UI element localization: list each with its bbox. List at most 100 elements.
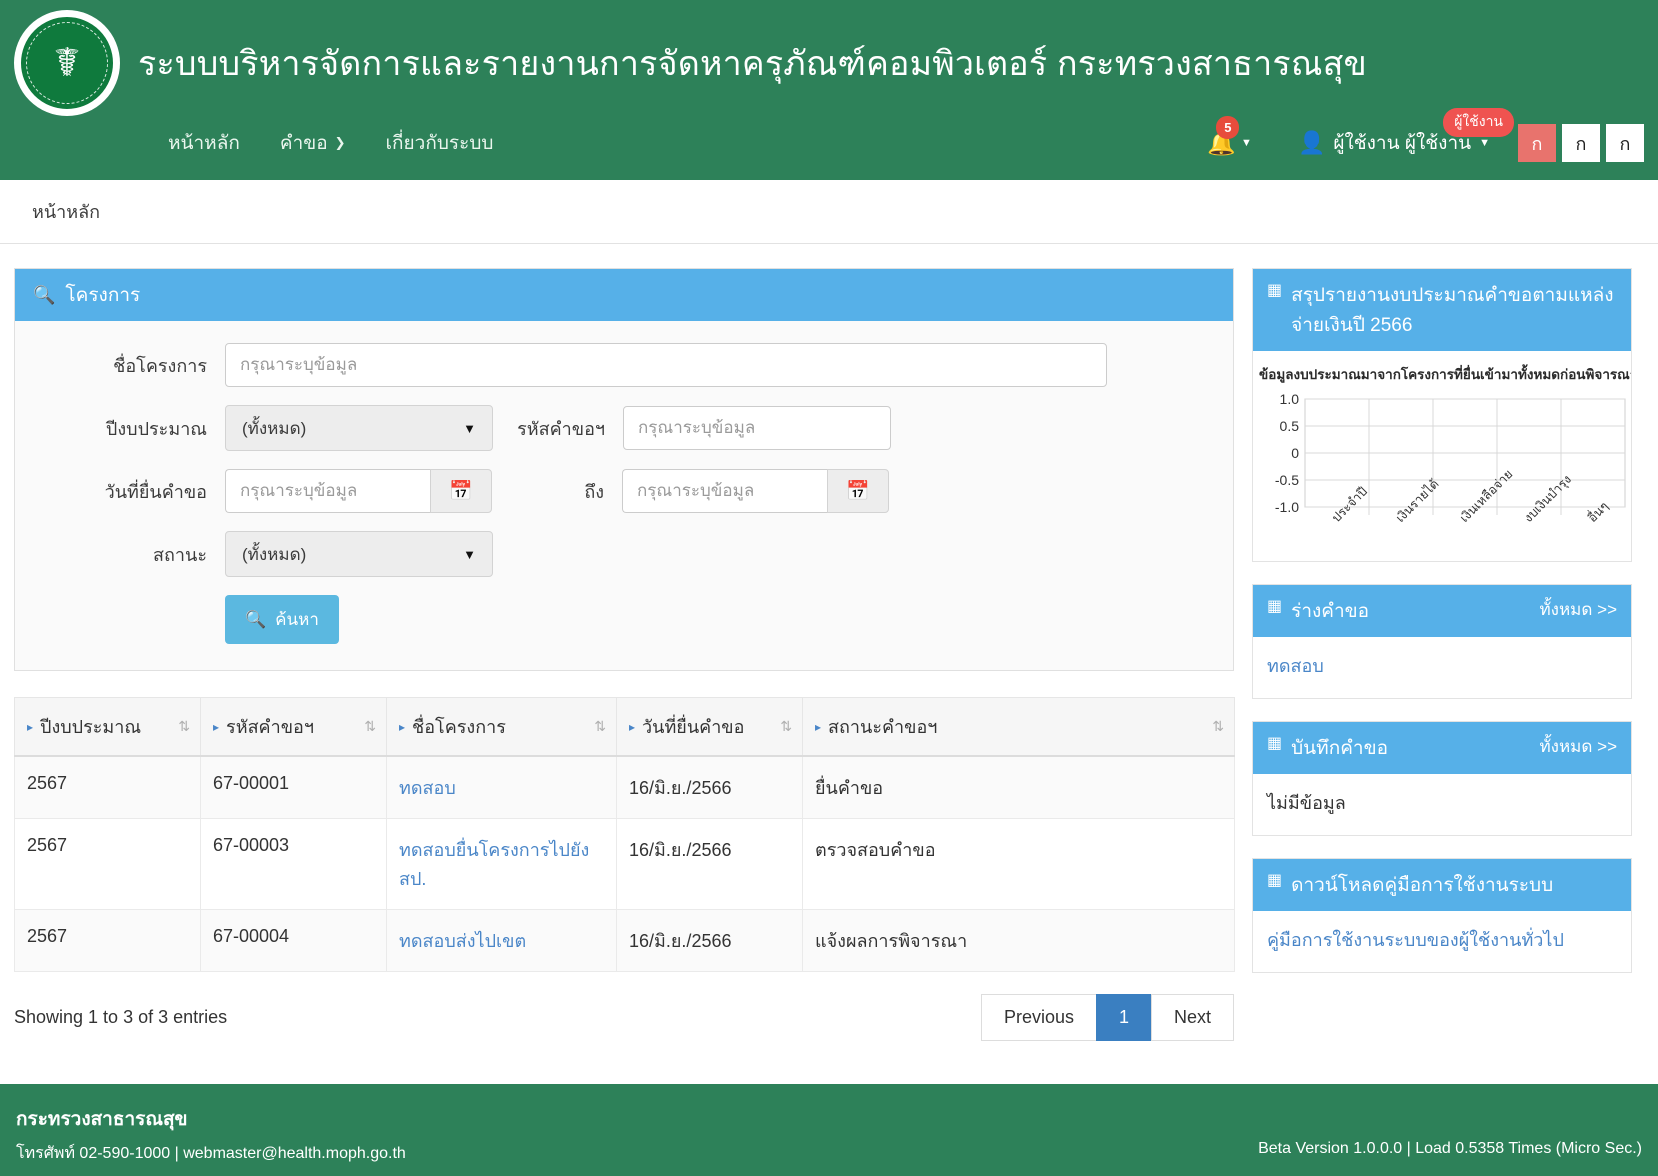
pagination: Previous 1 Next	[980, 994, 1234, 1041]
nav-item-about[interactable]: เกี่ยวกับระบบ	[386, 128, 494, 158]
pagination-page-1-button[interactable]: 1	[1095, 994, 1152, 1041]
sort-icon: ⇅	[594, 718, 606, 734]
request-code-label: รหัสคำขอฯ	[517, 418, 605, 439]
calendar-icon-button-from[interactable]: 📅	[430, 469, 492, 513]
draft-request-item[interactable]: ทดสอบ	[1267, 651, 1617, 680]
calendar-icon-button-to[interactable]: 📅	[827, 469, 889, 513]
column-header-submit-date[interactable]: ▸ วันที่ยื่นคำขอ ⇅	[616, 697, 803, 757]
pagination-previous-button[interactable]: Previous	[980, 994, 1097, 1041]
sort-icon: ⇅	[780, 718, 792, 734]
font-size-medium-button[interactable]: ก	[1562, 124, 1600, 162]
triangle-right-icon: ▸	[213, 719, 220, 734]
breadcrumb-current[interactable]: หน้าหลัก	[32, 197, 100, 226]
main-nav: หน้าหลัก คำขอ ❯ เกี่ยวกับระบบ 🔔 ▼ 5 👤 ผู…	[0, 108, 1658, 174]
form-row-year-and-code: ปีงบประมาณ (ทั้งหมด) ▼ รหัสคำขอฯ	[25, 405, 1223, 451]
chevron-down-icon: ▼	[1241, 137, 1252, 149]
date-from-label: วันที่ยื่นคำขอ	[104, 481, 207, 502]
notification-badge: 5	[1216, 115, 1240, 139]
date-to-input[interactable]	[622, 469, 827, 513]
date-from-input[interactable]	[225, 469, 430, 513]
column-header-project-name[interactable]: ▸ ชื่อโครงการ ⇅	[386, 697, 617, 757]
project-link[interactable]: ทดสอบ	[399, 778, 456, 798]
ytick-label-4: -1.0	[1275, 499, 1299, 515]
pagination-next-button[interactable]: Next	[1150, 994, 1234, 1041]
footer-org: กระทรวงสาธารณสุข	[16, 1109, 188, 1130]
project-link[interactable]: ทดสอบส่งไปเขต	[399, 931, 526, 951]
date-from-group: 📅	[225, 469, 492, 513]
nav-item-requests-label: คำขอ	[279, 133, 328, 154]
nav-item-home[interactable]: หน้าหลัก	[168, 128, 240, 158]
budget-year-select[interactable]: (ทั้งหมด) ▼	[225, 405, 493, 451]
form-row-status: สถานะ (ทั้งหมด) ▼	[25, 531, 1223, 577]
column-header-request-code[interactable]: ▸ รหัสคำขอฯ ⇅	[200, 697, 387, 757]
list-icon: ▦	[1267, 872, 1283, 889]
sort-icon: ⇅	[364, 718, 376, 734]
triangle-right-icon: ▸	[629, 719, 636, 734]
column-header-request-status[interactable]: ▸ สถานะคำขอฯ ⇅	[802, 697, 1235, 757]
notifications-button[interactable]: 🔔 ▼ 5	[1207, 115, 1252, 155]
budget-year-label: ปีงบประมาณ	[105, 418, 207, 439]
results-table-wrapper: ▸ ปีงบประมาณ ⇅ ▸ รหัสคำขอฯ ⇅ ▸ ชื่อโครงก…	[14, 697, 1235, 1041]
budget-summary-title: สรุปรายงานงบประมาณคำขอตามแหล่งจ่ายเงินปี…	[1291, 285, 1614, 336]
manual-download-panel: ▦ ดาวน์โหลดคู่มือการใช้งานระบบ คู่มือการ…	[1252, 858, 1632, 973]
content-bottom-spacer	[0, 1044, 1658, 1084]
site-title: ระบบบริหารจัดการและรายงานการจัดหาครุภัณฑ…	[138, 45, 1367, 83]
status-label: สถานะ	[153, 544, 207, 565]
cell-project-name: ทดสอบส่งไปเขต	[386, 909, 617, 972]
column-header-project-name-label: ชื่อโครงการ	[412, 717, 506, 737]
nav-item-home-label: หน้าหลัก	[168, 133, 240, 154]
project-link[interactable]: ทดสอบยื่นโครงการไปยังสป.	[399, 840, 589, 889]
draft-request-title: ร่างคำขอ	[1291, 601, 1370, 622]
manual-download-title: ดาวน์โหลดคู่มือการใช้งานระบบ	[1291, 875, 1554, 896]
user-menu[interactable]: 👤 ผู้ใช้งาน ผู้ใช้งาน ▼ ผู้ใช้งาน	[1297, 108, 1514, 158]
font-size-small-button[interactable]: ก	[1518, 124, 1556, 162]
date-to-label: ถึง	[584, 481, 604, 502]
showing-entries-text: Showing 1 to 3 of 3 entries	[14, 1007, 228, 1027]
footer-version: Beta Version 1.0.0.0 | Load 0.5358 Times…	[1258, 1140, 1642, 1157]
header-right-tools: 🔔 ▼ 5 👤 ผู้ใช้งาน ผู้ใช้งาน ▼ ผู้ใช้งาน …	[1207, 108, 1644, 174]
record-request-panel: ▦ บันทึกคำขอ ทั้งหมด >> ไม่มีข้อมูล	[1252, 721, 1632, 836]
search-panel-title: โครงการ	[65, 285, 141, 306]
record-request-title: บันทึกคำขอ	[1291, 738, 1388, 759]
cell-request-status: แจ้งผลการพิจารณา	[802, 909, 1235, 972]
ytick-label-0: 1.0	[1280, 391, 1300, 407]
main-column: 🔍 โครงการ ชื่อโครงการ ปีงบประมาณ (ทั้งหม…	[14, 268, 1235, 1041]
chevron-down-icon: ▼	[1479, 137, 1490, 149]
form-row-project-name: ชื่อโครงการ	[25, 343, 1223, 387]
project-name-label: ชื่อโครงการ	[113, 355, 207, 376]
list-icon: ▦	[1267, 598, 1283, 615]
nav-item-requests[interactable]: คำขอ ❯	[280, 128, 346, 158]
column-header-budget-year[interactable]: ▸ ปีงบประมาณ ⇅	[14, 697, 201, 757]
record-request-view-all-link[interactable]: ทั้งหมด >>	[1539, 733, 1617, 760]
budget-year-value: (ทั้งหมด)	[242, 418, 307, 438]
font-size-large-button[interactable]: ก	[1606, 124, 1644, 162]
form-row-actions: 🔍 ค้นหา	[25, 595, 1223, 644]
ytick-label-3: -0.5	[1275, 472, 1299, 488]
caduceus-icon: ☤	[53, 41, 81, 85]
manual-download-link[interactable]: คู่มือการใช้งานระบบของผู้ใช้งานทั่วไป	[1267, 925, 1617, 954]
calendar-icon: 📅	[449, 481, 473, 502]
cell-budget-year: 2567	[14, 755, 201, 819]
project-name-input[interactable]	[225, 343, 1107, 387]
chart-note: ข้อมูลงบประมาณมาจากโครงการที่ยื่นเข้ามาท…	[1259, 367, 1631, 382]
user-avatar-icon: 👤	[1297, 130, 1326, 155]
list-icon: ▦	[1267, 735, 1283, 752]
nav-item-about-label: เกี่ยวกับระบบ	[385, 133, 494, 154]
calendar-icon: 📅	[846, 481, 870, 502]
triangle-right-icon: ▸	[399, 719, 406, 734]
budget-summary-body: ข้อมูลงบประมาณมาจากโครงการที่ยื่นเข้ามาท…	[1253, 351, 1631, 561]
draft-request-body: ทดสอบ	[1253, 637, 1631, 698]
request-code-input[interactable]	[623, 406, 891, 450]
breadcrumb: หน้าหลัก	[0, 180, 1658, 244]
page-content: 🔍 โครงการ ชื่อโครงการ ปีงบประมาณ (ทั้งหม…	[0, 244, 1658, 1044]
status-select[interactable]: (ทั้งหมด) ▼	[225, 531, 493, 577]
search-panel-header: 🔍 โครงการ	[15, 269, 1233, 321]
budget-summary-header: ▦ สรุปรายงานงบประมาณคำขอตามแหล่งจ่ายเงิน…	[1253, 269, 1631, 351]
search-panel: 🔍 โครงการ ชื่อโครงการ ปีงบประมาณ (ทั้งหม…	[14, 268, 1234, 671]
table-row: 2567 67-00001 ทดสอบ 16/มิ.ย./2566 ยื่นคำ…	[14, 755, 1235, 819]
search-button[interactable]: 🔍 ค้นหา	[225, 595, 339, 644]
search-icon: 🔍	[245, 609, 267, 629]
site-header: ☤ ระบบบริหารจัดการและรายงานการจัดหาครุภั…	[0, 0, 1658, 180]
table-row: 2567 67-00004 ทดสอบส่งไปเขต 16/มิ.ย./256…	[14, 909, 1235, 972]
draft-request-view-all-link[interactable]: ทั้งหมด >>	[1539, 596, 1617, 623]
